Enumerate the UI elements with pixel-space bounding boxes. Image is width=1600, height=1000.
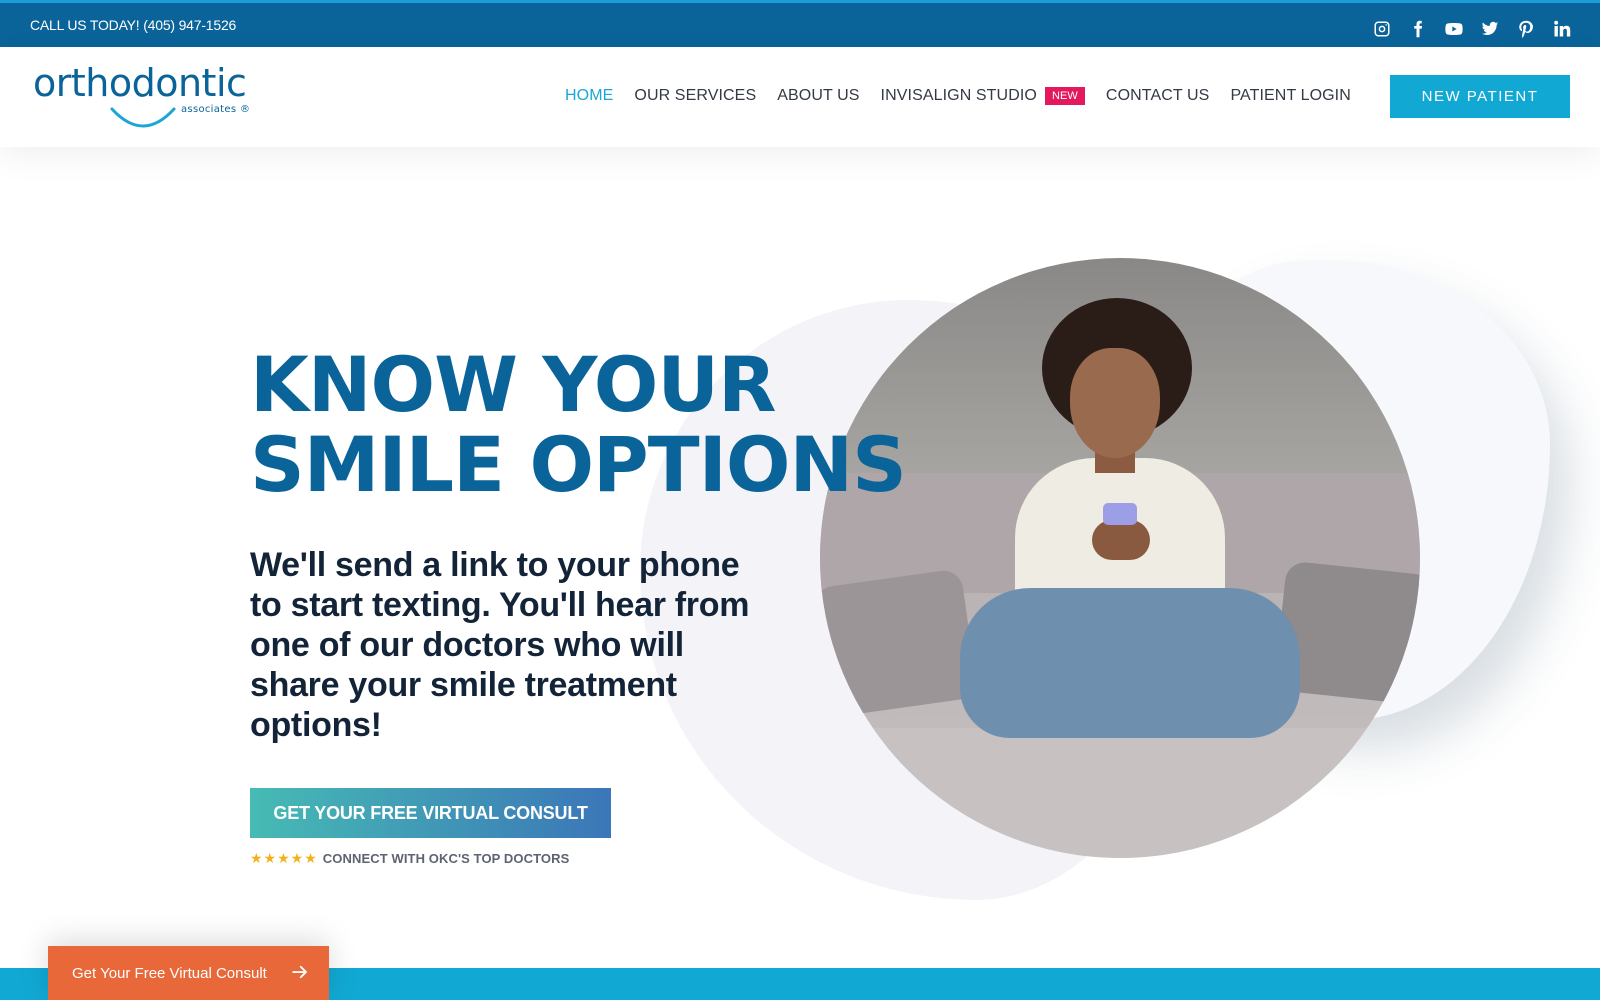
five-star-icon: ★★★★★ bbox=[250, 850, 318, 866]
nav-item-about-us[interactable]: ABOUT US bbox=[777, 87, 859, 105]
phone-in-hand bbox=[1103, 503, 1137, 525]
nav-item-patient-login[interactable]: PATIENT LOGIN bbox=[1230, 87, 1350, 105]
hero-headline: KNOW YOUR SMILE OPTIONS bbox=[250, 340, 907, 509]
free-virtual-consult-button[interactable]: GET YOUR FREE VIRTUAL CONSULT bbox=[250, 788, 611, 838]
logo-subtitle: associates ® bbox=[181, 104, 251, 115]
new-patient-button[interactable]: NEW PATIENT bbox=[1390, 75, 1570, 118]
new-badge: NEW bbox=[1044, 87, 1085, 105]
top-bar: CALL US TODAY! (405) 947-1526 bbox=[0, 0, 1600, 47]
pinterest-icon[interactable] bbox=[1516, 19, 1536, 39]
nav-item-our-services[interactable]: OUR SERVICES bbox=[634, 87, 756, 105]
facebook-icon[interactable] bbox=[1408, 19, 1428, 39]
main-nav: HOME OUR SERVICES ABOUT US INVISALIGN ST… bbox=[565, 87, 1372, 105]
youtube-icon[interactable] bbox=[1444, 19, 1464, 39]
logo-wordmark: orthodontic bbox=[33, 61, 247, 105]
instagram-icon[interactable] bbox=[1372, 19, 1392, 39]
hero-photo-woman-texting bbox=[820, 258, 1420, 858]
logo-smile-icon bbox=[110, 107, 176, 128]
social-links bbox=[1372, 19, 1572, 39]
hero-subtext: We'll send a link to your phone to start… bbox=[250, 546, 750, 744]
linkedin-icon[interactable] bbox=[1552, 19, 1572, 39]
call-us-phone[interactable]: CALL US TODAY! (405) 947-1526 bbox=[30, 17, 236, 33]
nav-item-home[interactable]: HOME bbox=[565, 87, 613, 105]
rating-line: ★★★★★ CONNECT WITH OKC'S TOP DOCTORS bbox=[250, 850, 569, 867]
floating-button-label: Get Your Free Virtual Consult bbox=[72, 964, 267, 982]
twitter-icon[interactable] bbox=[1480, 19, 1500, 39]
headline-line-2: SMILE OPTIONS bbox=[250, 420, 907, 509]
headline-line-1: KNOW YOUR bbox=[250, 340, 777, 429]
nav-item-invisalign-studio[interactable]: INVISALIGN STUDIO NEW bbox=[881, 87, 1085, 105]
floating-virtual-consult-button[interactable]: Get Your Free Virtual Consult bbox=[48, 946, 329, 1000]
site-header: orthodontic associates ® HOME OUR SERVIC… bbox=[0, 47, 1600, 147]
nav-item-invisalign-label: INVISALIGN STUDIO bbox=[880, 87, 1037, 104]
arrow-right-icon bbox=[292, 965, 307, 979]
nav-item-contact-us[interactable]: CONTACT US bbox=[1106, 87, 1210, 105]
logo[interactable]: orthodontic associates ® bbox=[33, 61, 263, 133]
rating-text: CONNECT WITH OKC'S TOP DOCTORS bbox=[322, 851, 570, 866]
